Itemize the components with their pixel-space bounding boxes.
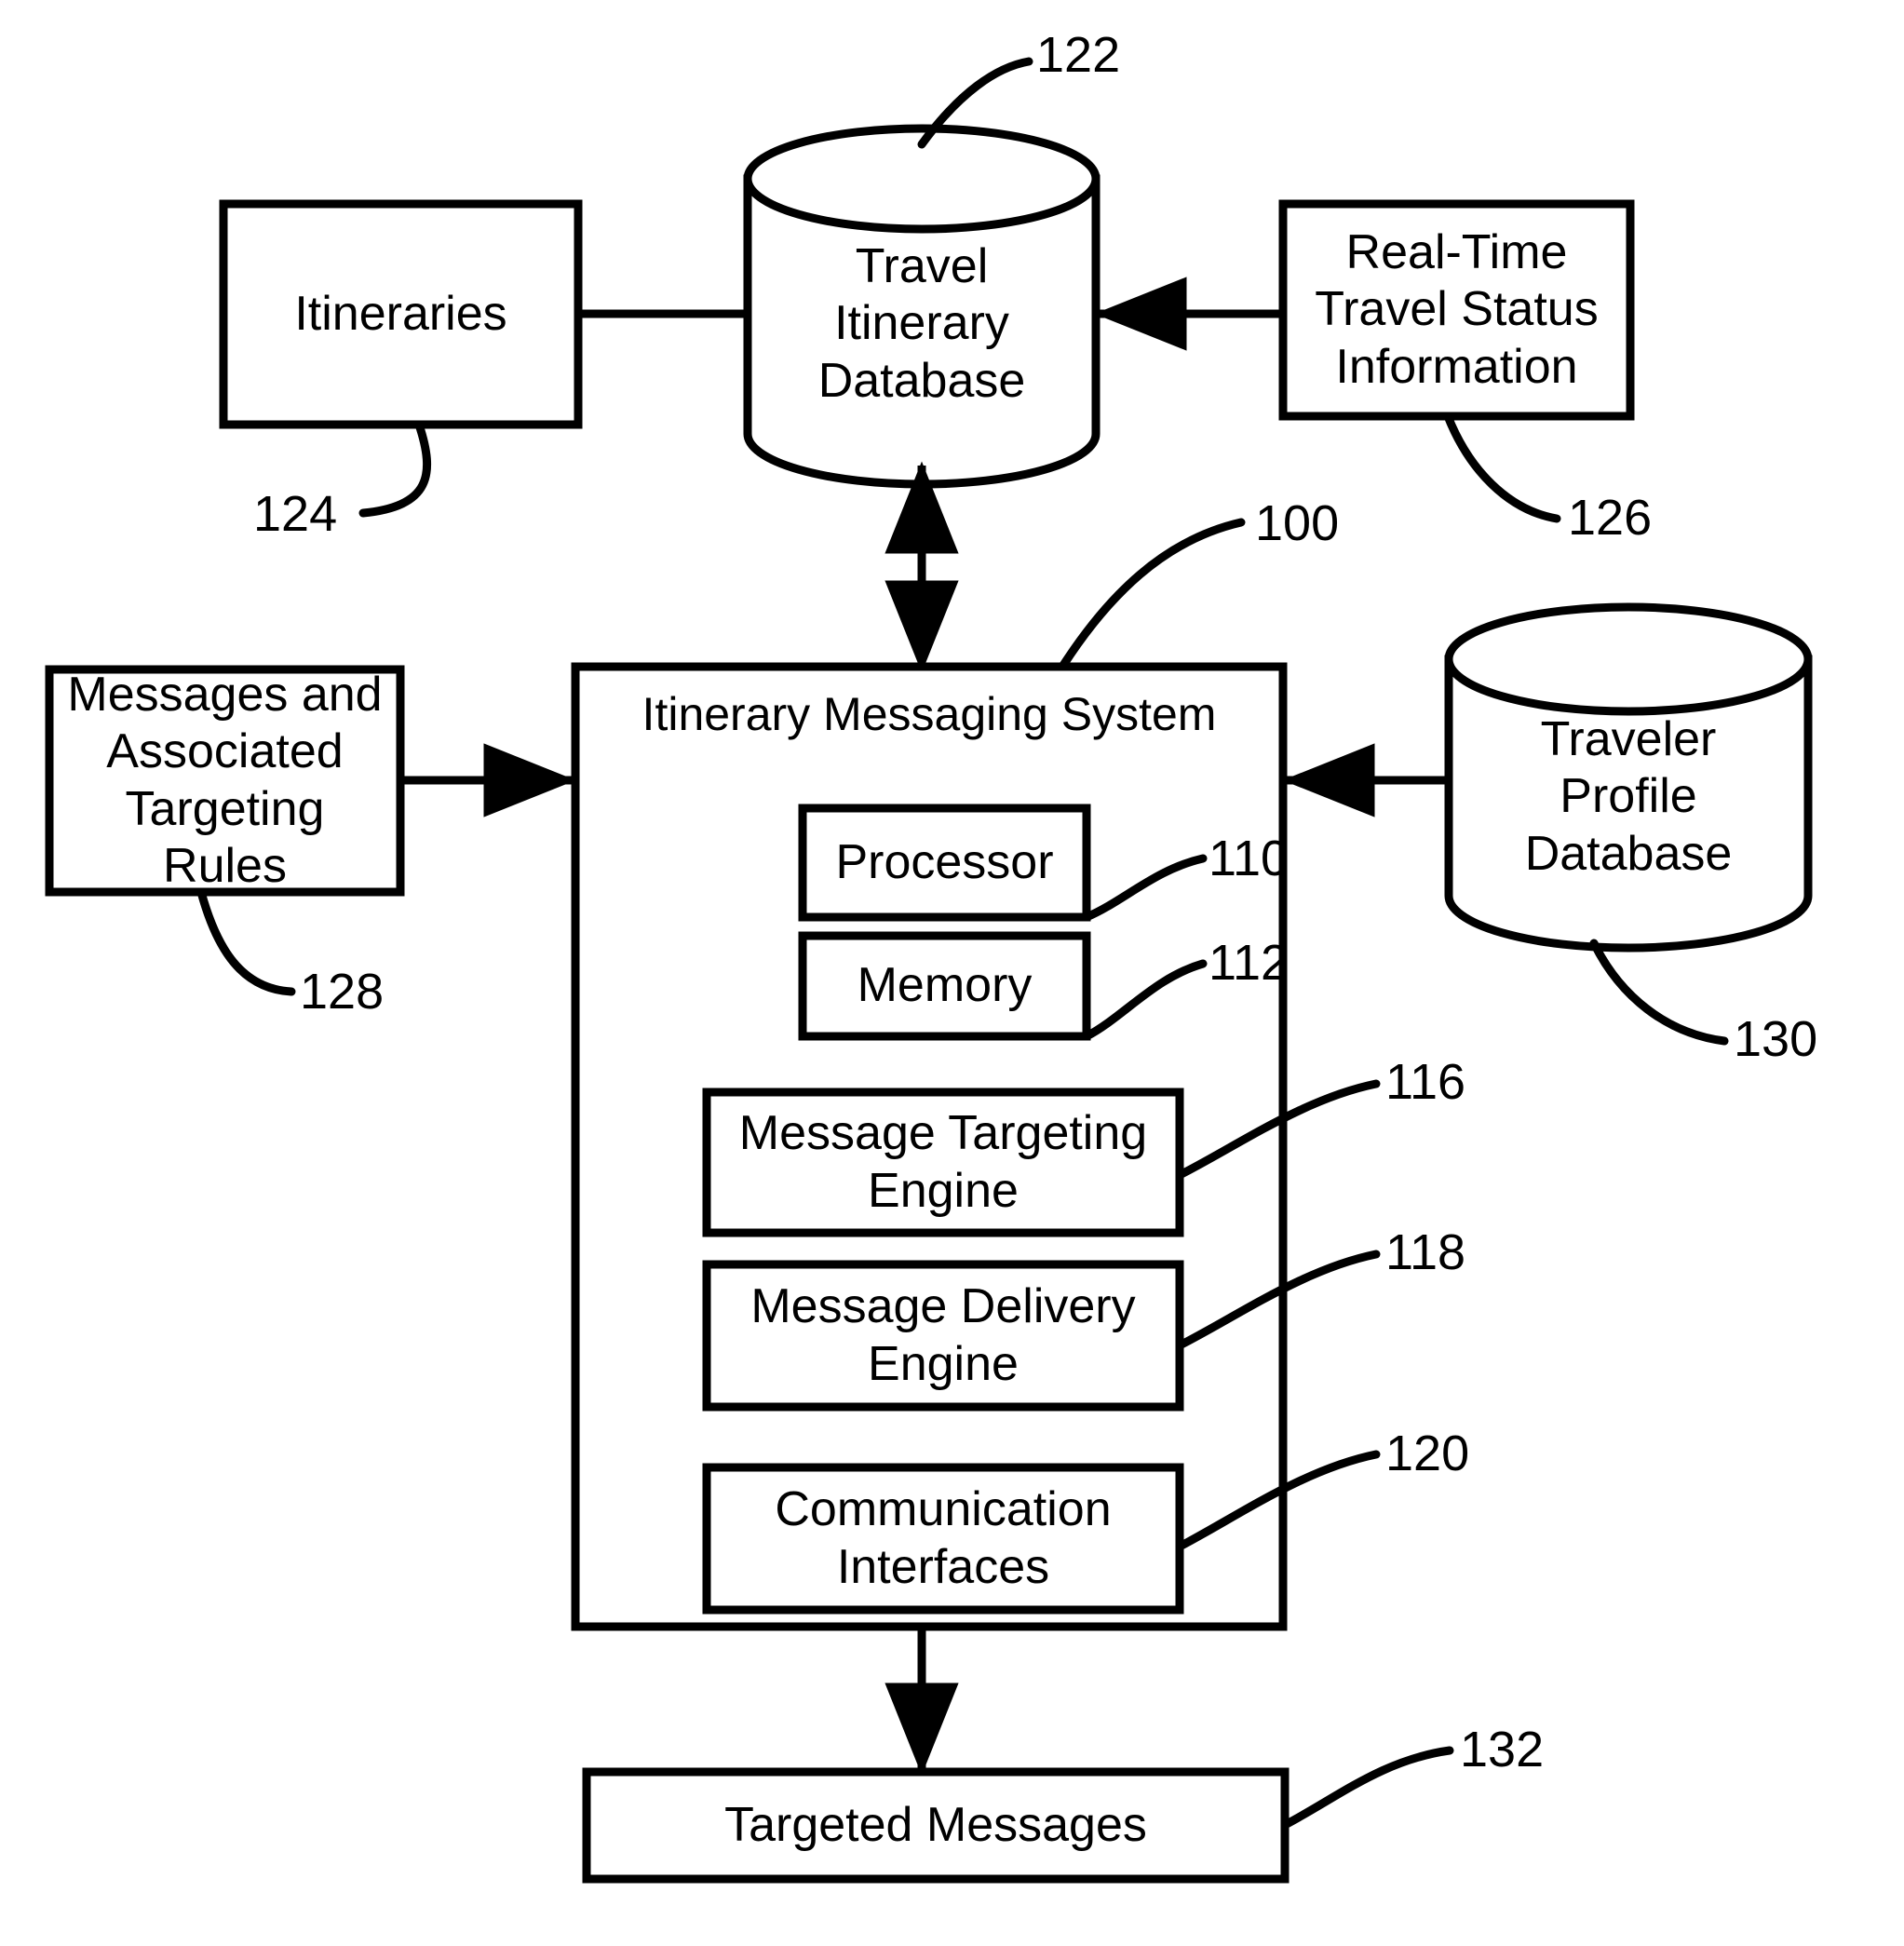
communication-interfaces-box <box>702 1463 1184 1615</box>
ref-number-122: 122 <box>1036 27 1121 83</box>
traveler-profile-database-cylinder <box>1444 602 1813 953</box>
ref-number-128: 128 <box>300 964 385 1020</box>
leader-line-126 <box>1443 412 1561 523</box>
message-delivery-engine-box <box>702 1260 1184 1412</box>
ref-number-126: 126 <box>1568 490 1653 546</box>
ref-number-132: 132 <box>1460 1722 1545 1777</box>
ref-number-112: 112 <box>1209 935 1290 991</box>
ref-number-118: 118 <box>1385 1224 1466 1280</box>
travel-itinerary-database-cylinder <box>743 124 1101 489</box>
real-time-travel-status-box <box>1278 199 1635 421</box>
leader-line-124 <box>358 420 432 518</box>
targeted-messages-box <box>582 1767 1290 1884</box>
processor-box <box>798 804 1091 922</box>
message-targeting-engine-box <box>702 1088 1184 1237</box>
ref-number-116: 116 <box>1385 1054 1466 1110</box>
diagram-canvas <box>45 57 1813 1884</box>
ref-number-130: 130 <box>1734 1011 1818 1067</box>
ref-number-100: 100 <box>1255 495 1340 551</box>
leader-line-128 <box>196 887 296 996</box>
itineraries-box <box>219 199 583 429</box>
leader-line-130 <box>1589 939 1729 1046</box>
leader-line-100 <box>1058 518 1246 671</box>
messages-and-rules-box <box>45 665 405 897</box>
memory-box <box>798 931 1091 1041</box>
ref-number-124: 124 <box>253 486 338 542</box>
leader-line-132 <box>1280 1746 1454 1830</box>
ref-number-110: 110 <box>1209 831 1290 886</box>
ref-number-120: 120 <box>1385 1426 1470 1481</box>
patent-figure: Itineraries Travel Itinerary Database Re… <box>0 0 1904 1946</box>
